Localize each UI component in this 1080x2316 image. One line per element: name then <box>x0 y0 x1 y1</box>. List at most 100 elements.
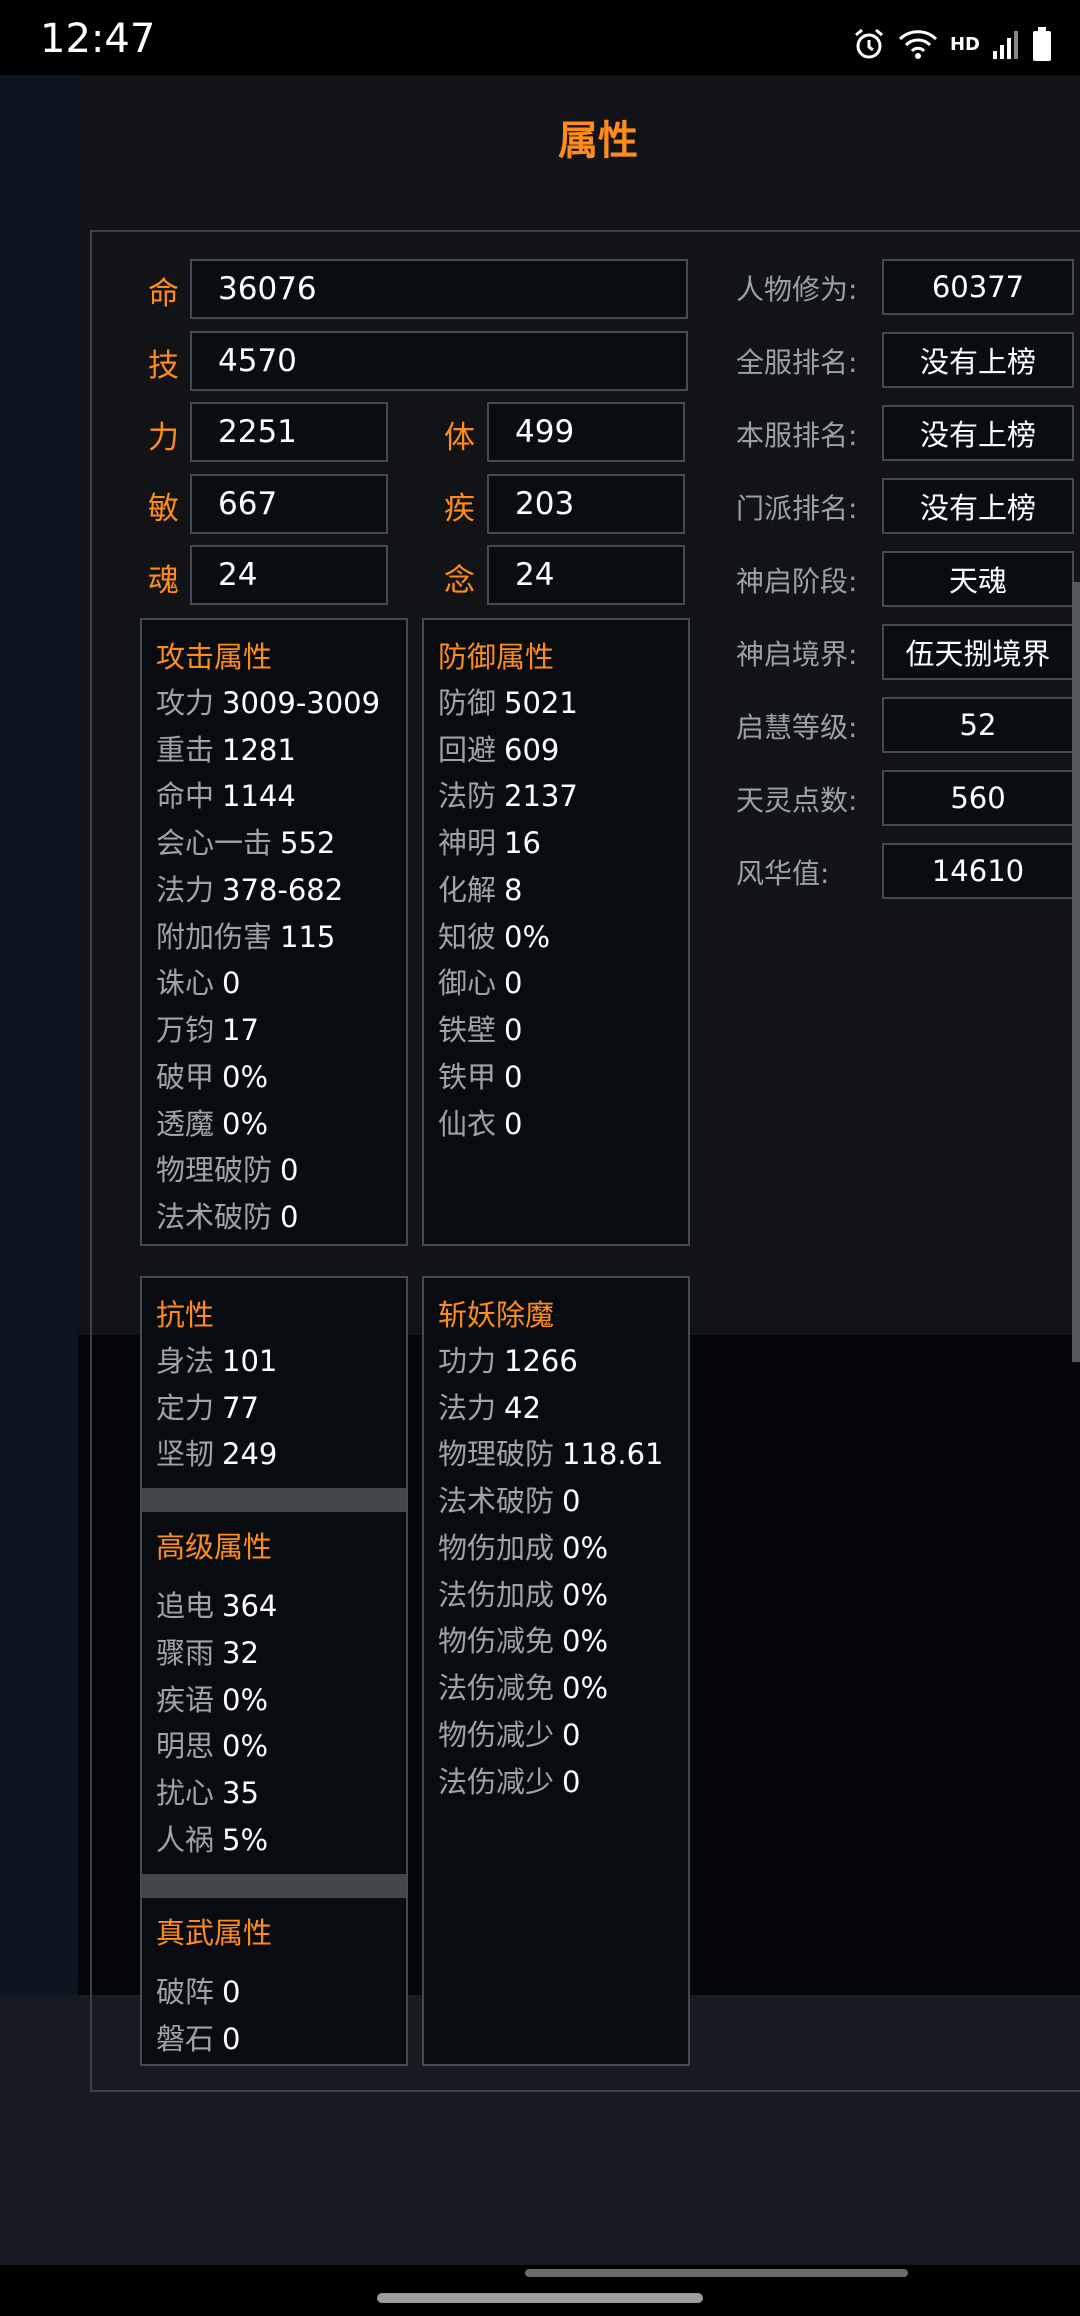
list-item: 防御 5021 <box>438 686 578 720</box>
section-divider <box>142 1488 406 1512</box>
info-label-stage: 神启阶段: <box>736 565 858 598</box>
list-item: 磐石 0 <box>156 2022 241 2056</box>
list-item: 仙衣 0 <box>438 1107 523 1141</box>
list-item: 明思 0% <box>156 1729 269 1763</box>
list-item: 回避 609 <box>438 733 560 767</box>
list-item: 破甲 0% <box>156 1060 269 1094</box>
info-value-elegance: 14610 <box>882 843 1074 899</box>
li-label: 力 <box>148 420 179 456</box>
list-item: 重击 1281 <box>156 733 296 767</box>
ti-value: 499 <box>487 402 685 462</box>
info-label-elegance: 风华值: <box>736 857 830 890</box>
home-gesture-bar[interactable] <box>377 2293 703 2303</box>
info-label-spirit-points: 天灵点数: <box>736 784 858 817</box>
list-item: 疾语 0% <box>156 1683 269 1717</box>
list-item: 法防 2137 <box>438 779 578 813</box>
list-item: 功力 1266 <box>438 1344 578 1378</box>
info-value-realm: 伍天捌境界 <box>882 624 1074 680</box>
info-label-sect-rank: 门派排名: <box>736 492 858 525</box>
list-item: 追电 364 <box>156 1589 278 1623</box>
clock: 12:47 <box>40 16 156 62</box>
attack-panel: 攻击属性 攻力 3009-3009 重击 1281 命中 1144 会心一击 552 法… <box>140 618 408 1246</box>
list-item: 铁甲 0 <box>438 1060 523 1094</box>
hun-value: 24 <box>190 545 388 605</box>
page-title: 属性 <box>558 118 638 164</box>
list-item: 物伤减免 0% <box>438 1624 609 1658</box>
nian-value: 24 <box>487 545 685 605</box>
resist-panel-title: 抗性 <box>156 1298 215 1332</box>
defense-panel-title: 防御属性 <box>438 640 555 674</box>
list-item: 透魔 0% <box>156 1107 269 1141</box>
info-value-spirit-points: 560 <box>882 770 1074 826</box>
horizontal-scroll-indicator <box>525 2269 908 2277</box>
li-value: 2251 <box>190 402 388 462</box>
list-item: 法力 378-682 <box>156 873 344 907</box>
list-item: 定力 77 <box>156 1391 259 1425</box>
list-item: 诛心 0 <box>156 966 241 1000</box>
list-item: 法伤减少 0 <box>438 1765 581 1799</box>
list-item: 御心 0 <box>438 966 523 1000</box>
list-item: 万钧 17 <box>156 1013 259 1047</box>
hun-label: 魂 <box>148 563 179 599</box>
resist-panel: 抗性 身法 101 定力 77 坚韧 249 高级属性 追电 364 骤雨 32 疾语 0%… <box>140 1276 408 2066</box>
info-label-cultivation: 人物修为: <box>736 273 858 306</box>
attack-panel-title: 攻击属性 <box>156 640 273 674</box>
list-item: 坚韧 249 <box>156 1437 278 1471</box>
nian-label: 念 <box>444 563 475 599</box>
battery-icon <box>1032 27 1052 61</box>
list-item: 物理破防 118.61 <box>438 1437 664 1471</box>
ming-value: 36076 <box>190 259 688 319</box>
list-item: 附加伤害 115 <box>156 920 336 954</box>
list-item: 法术破防 0 <box>156 1200 299 1234</box>
list-item: 铁壁 0 <box>438 1013 523 1047</box>
list-item: 人祸 5% <box>156 1823 269 1857</box>
defense-panel: 防御属性 防御 5021 回避 609 法防 2137 神明 16 化解 8 知彼 0% 御… <box>422 618 690 1246</box>
wifi-icon <box>898 28 938 60</box>
info-value-stage: 天魂 <box>882 551 1074 607</box>
demon-panel: 斩妖除魔 功力 1266 法力 42 物理破防 118.61 法术破防 0 物伤加成 0%… <box>422 1276 690 2066</box>
info-value-server-rank: 没有上榜 <box>882 405 1074 461</box>
background-left <box>0 75 78 1995</box>
list-item: 命中 1144 <box>156 779 296 813</box>
list-item: 骤雨 32 <box>156 1636 259 1670</box>
zhenwu-panel-title: 真武属性 <box>156 1916 273 1950</box>
list-item: 法力 42 <box>438 1391 541 1425</box>
list-item: 身法 101 <box>156 1344 278 1378</box>
list-item: 法伤加成 0% <box>438 1578 609 1612</box>
list-item: 扰心 35 <box>156 1776 259 1810</box>
list-item: 攻力 3009-3009 <box>156 686 381 720</box>
scrollbar[interactable] <box>1072 582 1080 1362</box>
list-item: 物理破防 0 <box>156 1153 299 1187</box>
info-value-sect-rank: 没有上榜 <box>882 478 1074 534</box>
alarm-icon <box>852 27 886 61</box>
list-item: 法术破防 0 <box>438 1484 581 1518</box>
ji-value: 4570 <box>190 331 688 391</box>
info-label-realm: 神启境界: <box>736 638 858 671</box>
advanced-panel-title: 高级属性 <box>156 1530 273 1564</box>
info-label-global-rank: 全服排名: <box>736 346 858 379</box>
ti-label: 体 <box>444 420 475 456</box>
list-item: 知彼 0% <box>438 920 551 954</box>
jibing-label: 疾 <box>444 491 475 527</box>
info-label-server-rank: 本服排名: <box>736 419 858 452</box>
status-bar: 12:47 HD <box>0 0 1080 75</box>
list-item: 会心一击 552 <box>156 826 336 860</box>
info-value-wisdom-level: 52 <box>882 697 1074 753</box>
info-value-cultivation: 60377 <box>882 259 1074 315</box>
list-item: 物伤加成 0% <box>438 1531 609 1565</box>
list-item: 法伤减免 0% <box>438 1671 609 1705</box>
ming-label: 命 <box>148 276 179 312</box>
min-label: 敏 <box>148 491 179 527</box>
list-item: 破阵 0 <box>156 1975 241 2009</box>
status-icons: HD <box>852 24 1052 64</box>
jibing-value: 203 <box>487 474 685 534</box>
ji-label: 技 <box>148 348 179 384</box>
hd-indicator: HD <box>949 33 980 55</box>
demon-panel-title: 斩妖除魔 <box>438 1298 555 1332</box>
section-divider <box>142 1874 406 1898</box>
info-label-wisdom-level: 启慧等级: <box>736 711 858 744</box>
list-item: 物伤减少 0 <box>438 1718 581 1752</box>
info-value-global-rank: 没有上榜 <box>882 332 1074 388</box>
list-item: 神明 16 <box>438 826 541 860</box>
min-value: 667 <box>190 474 388 534</box>
